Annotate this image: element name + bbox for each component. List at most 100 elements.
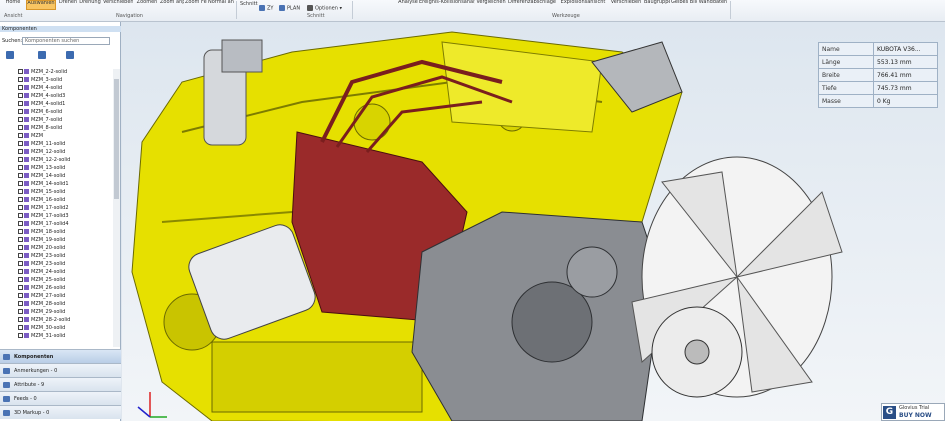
tree-item[interactable]: MZM_17-solid2 bbox=[18, 205, 69, 212]
visibility-checkbox[interactable] bbox=[18, 109, 23, 114]
tree-item[interactable]: MZM_25-solid bbox=[18, 277, 65, 284]
visibility-checkbox[interactable] bbox=[18, 285, 23, 290]
select-button[interactable]: Auswählen bbox=[26, 0, 56, 10]
visibility-checkbox[interactable] bbox=[18, 197, 23, 202]
visibility-checkbox[interactable] bbox=[18, 317, 23, 322]
zoom-fit-button[interactable]: Zoom anpassen bbox=[160, 0, 184, 10]
plan-button[interactable]: PLAN bbox=[279, 5, 300, 12]
analyse-button[interactable]: Analyse bbox=[398, 0, 418, 10]
timing-cover[interactable] bbox=[411, 211, 663, 421]
zoom-window-button[interactable]: Zoom Fenster bbox=[185, 0, 207, 10]
collision-button[interactable]: Ereignis-Kollisionsanalyse bbox=[419, 0, 475, 10]
visibility-checkbox[interactable] bbox=[18, 229, 23, 234]
visibility-checkbox[interactable] bbox=[18, 77, 23, 82]
tree-item[interactable]: MZM_14-solid1 bbox=[18, 181, 69, 188]
visibility-checkbox[interactable] bbox=[18, 141, 23, 146]
tree-item[interactable]: MZM_28-2-solid bbox=[18, 317, 70, 324]
visibility-checkbox[interactable] bbox=[18, 101, 23, 106]
tree-item[interactable]: MZM_20-solid bbox=[18, 245, 65, 252]
visibility-checkbox[interactable] bbox=[18, 277, 23, 282]
visibility-checkbox[interactable] bbox=[18, 85, 23, 90]
visibility-checkbox[interactable] bbox=[18, 149, 23, 154]
normal-view-button[interactable]: Normal anzeigen bbox=[208, 0, 234, 10]
visibility-checkbox[interactable] bbox=[18, 205, 23, 210]
visibility-checkbox[interactable] bbox=[18, 133, 23, 138]
tree-item[interactable]: MZM bbox=[18, 133, 43, 140]
tab-anmerkungen[interactable]: Anmerkungen - 0 bbox=[0, 363, 121, 377]
visibility-checkbox[interactable] bbox=[18, 325, 23, 330]
component-tree[interactable]: MZM_2-2-solid MZM_3-solid MZM_4-solid MZM_4… bbox=[0, 69, 113, 347]
visibility-checkbox[interactable] bbox=[18, 93, 23, 98]
tree-item[interactable]: MZM_13-solid bbox=[18, 165, 65, 172]
assembly-button[interactable]: Baugruppe bbox=[644, 0, 670, 10]
tree-item[interactable]: MZM_14-solid bbox=[18, 173, 65, 180]
tree-item[interactable]: MZM_11-solid bbox=[18, 141, 65, 148]
tree-item[interactable]: MZM_29-solid bbox=[18, 309, 65, 316]
tree-item[interactable]: MZM_27-solid bbox=[18, 293, 65, 300]
tree-item[interactable]: MZM_6-solid bbox=[18, 109, 62, 116]
visibility-checkbox[interactable] bbox=[18, 173, 23, 178]
3d-viewport[interactable]: Name KUBOTA V36... Länge 553.13 mm Breite 7… bbox=[122, 22, 945, 421]
properties-icon[interactable] bbox=[66, 51, 74, 59]
zoom-button[interactable]: Zoomen bbox=[135, 0, 159, 10]
visibility-checkbox[interactable] bbox=[18, 157, 23, 162]
visibility-checkbox[interactable] bbox=[18, 253, 23, 258]
tree-item[interactable]: MZM_12-solid bbox=[18, 149, 65, 156]
explode-button[interactable]: Explosionsansicht bbox=[558, 0, 608, 10]
tree-item[interactable]: MZM_30-solid bbox=[18, 325, 65, 332]
visibility-checkbox[interactable] bbox=[18, 245, 23, 250]
visibility-checkbox[interactable] bbox=[18, 181, 23, 186]
visibility-checkbox[interactable] bbox=[18, 213, 23, 218]
tree-item[interactable]: MZM_7-solid bbox=[18, 117, 62, 124]
tab-3d-markup[interactable]: 3D Markup - 0 bbox=[0, 405, 121, 419]
visibility-checkbox[interactable] bbox=[18, 293, 23, 298]
tab-attribute[interactable]: Attribute - 9 bbox=[0, 377, 121, 391]
move-button[interactable]: Verschieben bbox=[609, 0, 643, 10]
visibility-checkbox[interactable] bbox=[18, 125, 23, 130]
tree-item[interactable]: MZM_4-solid3 bbox=[18, 93, 65, 100]
visibility-checkbox[interactable] bbox=[18, 221, 23, 226]
collapse-icon[interactable] bbox=[38, 51, 46, 59]
tree-item[interactable]: MZM_8-solid bbox=[18, 125, 62, 132]
tree-item[interactable]: MZM_2-2-solid bbox=[18, 69, 67, 76]
image-button[interactable]: Gelbes Bild bbox=[671, 0, 697, 10]
difference-button[interactable]: Differenzabschläge bbox=[507, 0, 557, 10]
tree-item[interactable]: MZM_26-solid bbox=[18, 285, 65, 292]
visibility-checkbox[interactable] bbox=[18, 269, 23, 274]
cooling-fan[interactable] bbox=[631, 156, 843, 398]
visibility-checkbox[interactable] bbox=[18, 165, 23, 170]
visibility-checkbox[interactable] bbox=[18, 69, 23, 74]
visibility-checkbox[interactable] bbox=[18, 309, 23, 314]
tree-item[interactable]: MZM_24-solid bbox=[18, 269, 65, 276]
tree-item[interactable]: MZM_12-2-solid bbox=[18, 157, 70, 164]
expand-icon[interactable] bbox=[6, 51, 14, 59]
tree-item[interactable]: MZM_17-solid3 bbox=[18, 213, 69, 220]
visibility-checkbox[interactable] bbox=[18, 301, 23, 306]
home-button[interactable]: Home bbox=[2, 0, 24, 10]
search-input[interactable]: Komponenten suchen bbox=[22, 37, 110, 45]
tree-item[interactable]: MZM_17-solid4 bbox=[18, 221, 69, 228]
visibility-checkbox[interactable] bbox=[18, 237, 23, 242]
tree-item[interactable]: MZM_23-solid bbox=[18, 261, 65, 268]
tree-item[interactable]: MZM_4-solid bbox=[18, 85, 62, 92]
zy-button[interactable]: ZY bbox=[259, 5, 273, 12]
pan-button[interactable]: Verschieben bbox=[103, 0, 133, 10]
visibility-checkbox[interactable] bbox=[18, 333, 23, 338]
tab-feeds[interactable]: Feeds - 0 bbox=[0, 391, 121, 405]
visibility-checkbox[interactable] bbox=[18, 189, 23, 194]
rotate-button[interactable]: Drehen bbox=[58, 0, 78, 10]
visibility-checkbox[interactable] bbox=[18, 117, 23, 122]
tree-item[interactable]: MZM_3-solid bbox=[18, 77, 62, 84]
compare-button[interactable]: Vergleichen bbox=[476, 0, 506, 10]
buy-now-link[interactable]: BUY NOW bbox=[899, 412, 932, 419]
tree-item[interactable]: MZM_16-solid bbox=[18, 197, 65, 204]
spin-button[interactable]: Drehung bbox=[79, 0, 101, 10]
visibility-checkbox[interactable] bbox=[18, 261, 23, 266]
options-dropdown[interactable]: Optionen ▾ bbox=[307, 5, 342, 12]
tree-item[interactable]: MZM_31-solid bbox=[18, 333, 65, 340]
trial-badge[interactable]: G Glovius Trial BUY NOW bbox=[881, 403, 945, 421]
tree-scrollbar[interactable] bbox=[113, 69, 120, 347]
wall-data-button[interactable]: Wanddaten bbox=[698, 0, 728, 10]
tab-komponenten[interactable]: Komponenten bbox=[0, 349, 121, 363]
tree-item[interactable]: MZM_4-solid1 bbox=[18, 101, 65, 108]
